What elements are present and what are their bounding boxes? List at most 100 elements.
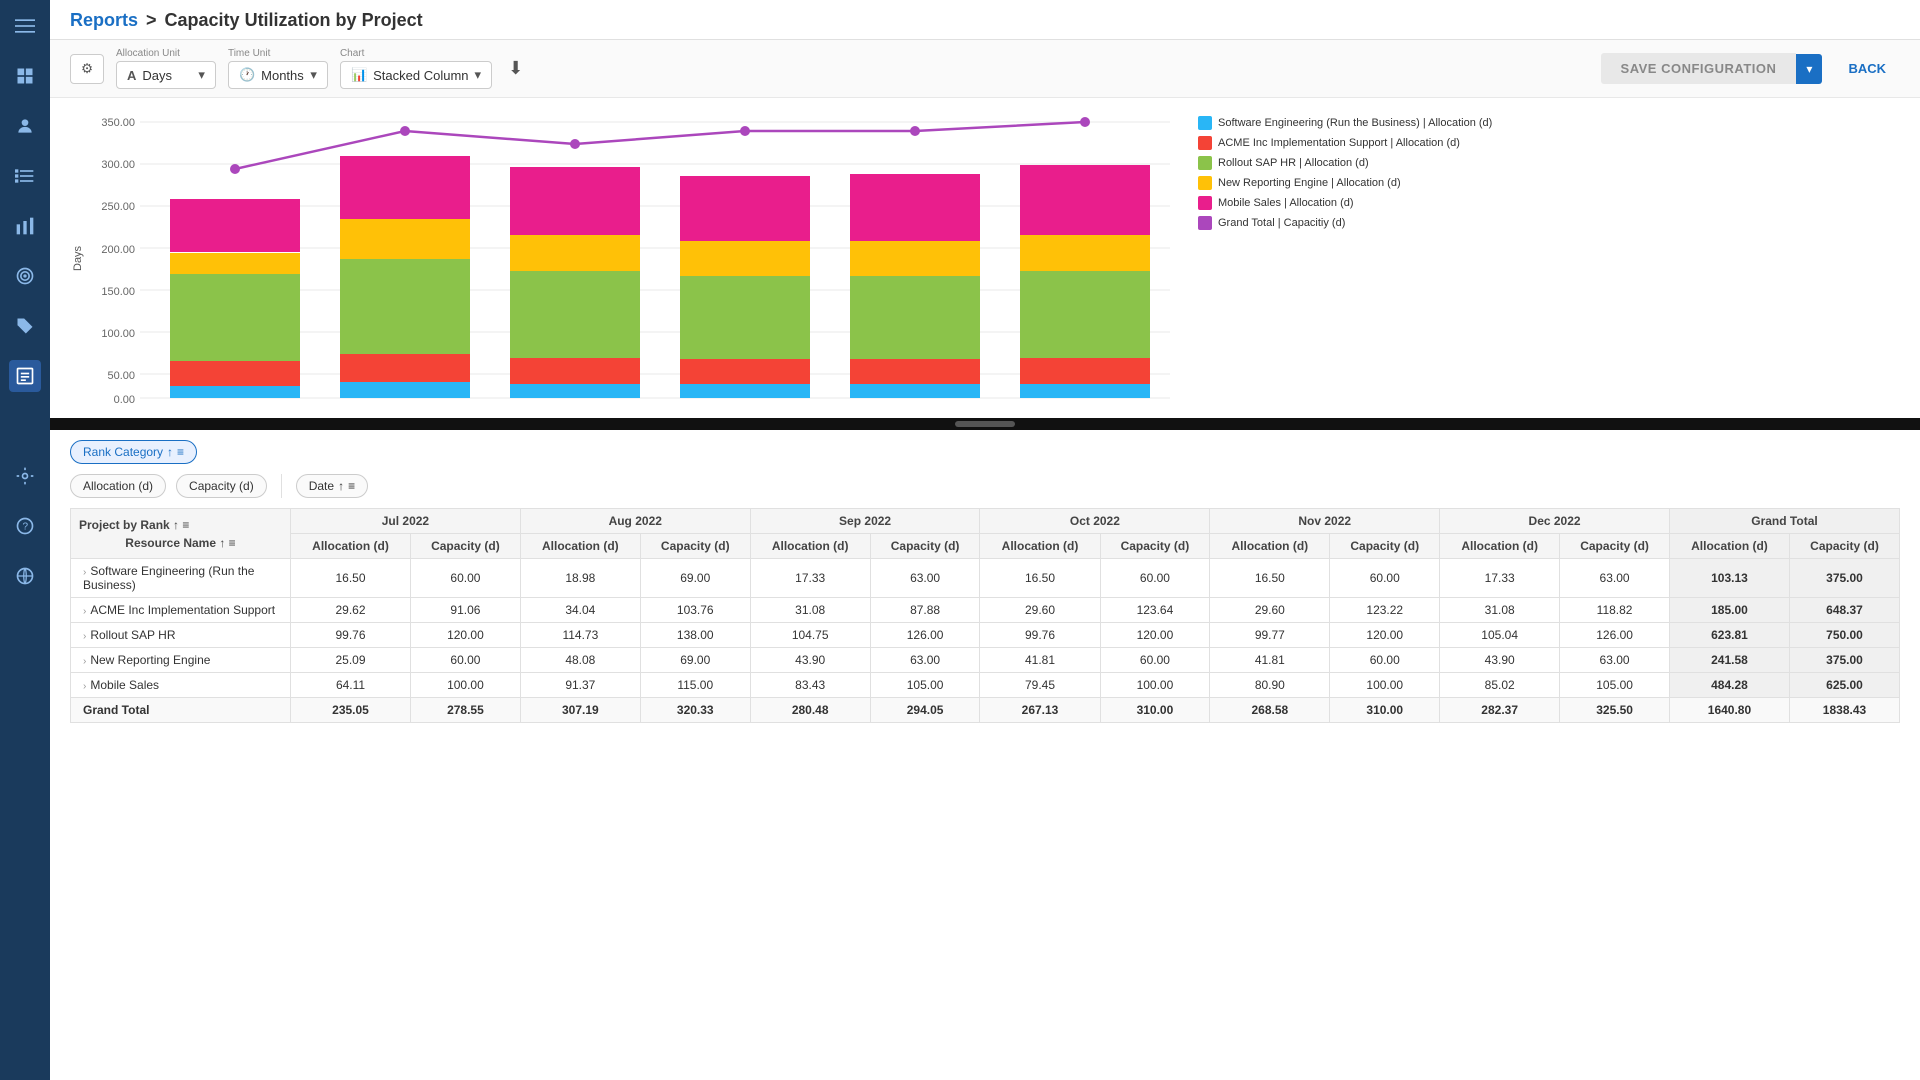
cell-0-12: 103.13: [1669, 559, 1789, 598]
reports-link[interactable]: Reports: [70, 10, 138, 31]
save-configuration-button[interactable]: SAVE CONFIGURATION: [1601, 53, 1797, 84]
sidebar-target-icon[interactable]: [9, 260, 41, 292]
nov-alloc-subheader: Allocation (d): [1210, 534, 1330, 559]
cell-4-4: 83.43: [750, 673, 870, 698]
allocation-unit-label: Allocation Unit: [116, 48, 216, 59]
cell-2-11: 126.00: [1560, 623, 1670, 648]
sidebar-transfer-icon[interactable]: [9, 410, 41, 442]
cell-4-0: 64.11: [291, 673, 411, 698]
sidebar-chart-icon[interactable]: [9, 210, 41, 242]
project-rank-header: Project by Rank ↑ ≡ Resource Name ↑ ≡: [71, 509, 291, 559]
svg-text:?: ?: [23, 521, 29, 532]
table-row: ›Mobile Sales64.11100.0091.37115.0083.43…: [71, 673, 1900, 698]
chart-type-group: Chart 📊 Stacked Column ▾: [340, 48, 492, 89]
sidebar-menu-icon[interactable]: [9, 10, 41, 42]
cell-1-12: 185.00: [1669, 598, 1789, 623]
sep-cap-subheader: Capacity (d): [870, 534, 980, 559]
rank-category-filter[interactable]: Rank Category ↑ ≡: [70, 440, 197, 464]
cell-4-2: 91.37: [520, 673, 640, 698]
gt-cell-7: 310.00: [1100, 698, 1210, 723]
rank-category-sort: ↑: [167, 445, 173, 459]
cell-0-4: 17.33: [750, 559, 870, 598]
time-unit-arrow: ▾: [310, 67, 317, 83]
cell-0-10: 17.33: [1440, 559, 1560, 598]
cell-1-0: 29.62: [291, 598, 411, 623]
cell-0-2: 18.98: [520, 559, 640, 598]
svg-text:Dec 2022: Dec 2022: [1061, 407, 1108, 408]
allocation-icon: A: [127, 68, 136, 83]
jul-header: Jul 2022: [291, 509, 521, 534]
allocation-chip[interactable]: Allocation (d): [70, 474, 166, 498]
legend-color-new-reporting: [1198, 176, 1212, 190]
aug-header: Aug 2022: [520, 509, 750, 534]
date-filter[interactable]: Date ↑ ≡: [296, 474, 368, 498]
filter-row-2: Allocation (d) Capacity (d) Date ↑ ≡: [70, 474, 1900, 498]
legend-item-mobile-sales: Mobile Sales | Allocation (d): [1198, 196, 1492, 210]
legend-item-grand-total: Grand Total | Capacitiy (d): [1198, 216, 1492, 230]
sidebar-globe-icon[interactable]: [9, 560, 41, 592]
allocation-unit-value: Days: [142, 68, 172, 83]
cell-4-3: 115.00: [640, 673, 750, 698]
svg-text:350.00: 350.00: [101, 117, 135, 129]
cell-0-5: 63.00: [870, 559, 980, 598]
date-label: Date: [309, 479, 334, 493]
sidebar-tag-icon[interactable]: [9, 310, 41, 342]
legend-item-software-eng: Software Engineering (Run the Business) …: [1198, 116, 1492, 130]
allocation-unit-arrow: ▾: [198, 67, 205, 83]
settings-button[interactable]: ⚙: [70, 54, 104, 84]
time-unit-dropdown[interactable]: 🕐 Months ▾: [228, 61, 328, 89]
project-rank-label[interactable]: Project by Rank ↑ ≡: [79, 518, 189, 532]
filter-separator: [281, 474, 282, 498]
table-row: ›ACME Inc Implementation Support29.6291.…: [71, 598, 1900, 623]
cell-2-8: 99.77: [1210, 623, 1330, 648]
cell-0-7: 60.00: [1100, 559, 1210, 598]
svg-text:Nov 2022: Nov 2022: [891, 407, 938, 408]
time-icon: 🕐: [239, 67, 255, 83]
cell-4-5: 105.00: [870, 673, 980, 698]
allocation-unit-dropdown[interactable]: A Days ▾: [116, 61, 216, 89]
download-button[interactable]: ⬇: [504, 54, 527, 83]
cell-1-3: 103.76: [640, 598, 750, 623]
cell-0-8: 16.50: [1210, 559, 1330, 598]
sidebar-help-icon[interactable]: ?: [9, 510, 41, 542]
table-row: ›Rollout SAP HR99.76120.00114.73138.0010…: [71, 623, 1900, 648]
legend-color-software-eng: [1198, 116, 1212, 130]
legend-color-rollout: [1198, 156, 1212, 170]
cell-3-2: 48.08: [520, 648, 640, 673]
cell-0-3: 69.00: [640, 559, 750, 598]
allocation-chip-label: Allocation (d): [83, 479, 153, 493]
cell-1-13: 648.37: [1790, 598, 1900, 623]
cell-2-4: 104.75: [750, 623, 870, 648]
legend-color-mobile-sales: [1198, 196, 1212, 210]
cell-4-1: 100.00: [411, 673, 521, 698]
gt-cell-4: 280.48: [750, 698, 870, 723]
svg-text:100.00: 100.00: [101, 328, 135, 340]
chart-icon: 📊: [351, 67, 367, 83]
gt-cell-10: 282.37: [1440, 698, 1560, 723]
chart-type-dropdown[interactable]: 📊 Stacked Column ▾: [340, 61, 492, 89]
save-dropdown-arrow[interactable]: ▾: [1796, 54, 1822, 84]
cell-1-5: 87.88: [870, 598, 980, 623]
back-button[interactable]: BACK: [1834, 53, 1900, 84]
sidebar-gear-icon[interactable]: [9, 460, 41, 492]
legend-label-acme: ACME Inc Implementation Support | Alloca…: [1218, 137, 1460, 149]
svg-text:Sep 2022: Sep 2022: [551, 407, 598, 408]
sidebar-list-icon[interactable]: [9, 160, 41, 192]
legend-item-new-reporting: New Reporting Engine | Allocation (d): [1198, 176, 1492, 190]
header: Reports > Capacity Utilization by Projec…: [50, 0, 1920, 40]
grand-total-label: Grand Total: [71, 698, 291, 723]
resource-name-label[interactable]: Resource Name ↑ ≡: [125, 536, 235, 550]
date-filter-icon: ≡: [348, 479, 355, 493]
capacity-chip[interactable]: Capacity (d): [176, 474, 267, 498]
cell-2-6: 99.76: [980, 623, 1100, 648]
chart-scrollbar[interactable]: [50, 418, 1920, 430]
cell-2-12: 623.81: [1669, 623, 1789, 648]
breadcrumb-separator: >: [146, 10, 157, 31]
sidebar-people-icon[interactable]: [9, 110, 41, 142]
legend-label-software-eng: Software Engineering (Run the Business) …: [1218, 117, 1492, 129]
cell-1-2: 34.04: [520, 598, 640, 623]
sidebar-dashboard-icon[interactable]: [9, 60, 41, 92]
sidebar-reports-icon[interactable]: [9, 360, 41, 392]
svg-text:Jul 2022: Jul 2022: [214, 407, 256, 408]
oct-alloc-subheader: Allocation (d): [980, 534, 1100, 559]
